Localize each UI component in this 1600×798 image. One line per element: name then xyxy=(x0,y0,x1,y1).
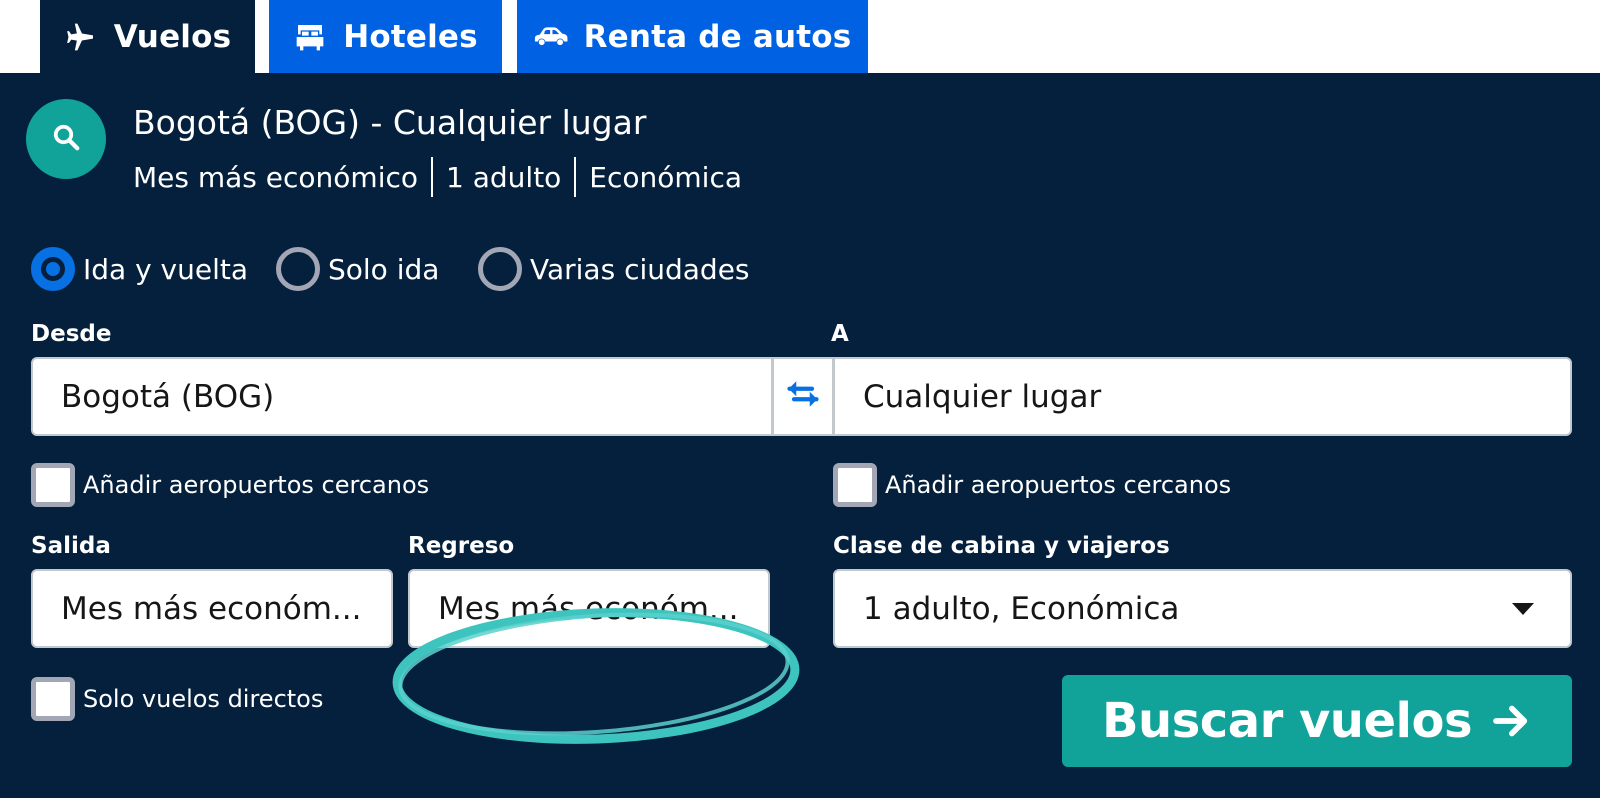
trip-type-label: Solo ida xyxy=(328,252,440,286)
summary-travelers: 1 adulto xyxy=(446,160,562,194)
swap-button[interactable] xyxy=(772,357,834,436)
flight-search-panel: Bogotá (BOG) - Cualquier lugar Mes más e… xyxy=(0,73,1600,798)
tab-vuelos[interactable]: Vuelos xyxy=(40,0,255,73)
to-nearby-checkbox[interactable] xyxy=(833,463,877,507)
radio-multi-city[interactable] xyxy=(478,247,522,291)
from-nearby-airports[interactable]: Añadir aeropuertos cercanos xyxy=(31,463,429,507)
bed-icon xyxy=(293,20,327,54)
summary-divider xyxy=(431,157,434,197)
trip-type-multi-city[interactable]: Varias ciudades xyxy=(478,247,750,291)
tab-renta-autos-label: Renta de autos xyxy=(583,18,852,55)
from-nearby-label: Añadir aeropuertos cercanos xyxy=(83,471,430,499)
return-label: Regreso xyxy=(408,533,515,559)
trip-type-label: Varias ciudades xyxy=(530,252,750,286)
search-flights-label: Buscar vuelos xyxy=(1101,693,1473,749)
cabin-travelers-select[interactable]: 1 adulto, Económica xyxy=(833,569,1572,648)
radio-one-way[interactable] xyxy=(276,247,320,291)
trip-type-round-trip[interactable]: Ida y vuelta xyxy=(31,247,248,291)
search-summary-route: Bogotá (BOG) - Cualquier lugar xyxy=(133,103,647,142)
from-nearby-checkbox[interactable] xyxy=(31,463,75,507)
direct-flights-only[interactable]: Solo vuelos directos xyxy=(31,677,323,721)
search-summary-details: Mes más económico 1 adulto Económica xyxy=(133,157,742,197)
direct-flights-label: Solo vuelos directos xyxy=(83,685,324,713)
depart-date-field[interactable]: Mes más económ... xyxy=(31,569,393,648)
radio-round-trip[interactable] xyxy=(31,247,75,291)
to-label: A xyxy=(831,321,849,347)
tab-hoteles-label: Hoteles xyxy=(343,18,478,55)
search-icon xyxy=(51,122,81,157)
summary-cabin: Económica xyxy=(589,160,742,194)
direct-flights-checkbox[interactable] xyxy=(31,677,75,721)
cabin-travelers-value: 1 adulto, Económica xyxy=(863,590,1180,627)
summary-divider xyxy=(574,157,577,197)
from-field[interactable]: Bogotá (BOG) xyxy=(31,357,773,436)
arrow-right-icon xyxy=(1490,701,1532,741)
from-label: Desde xyxy=(31,321,112,347)
airplane-icon xyxy=(64,20,98,54)
car-icon xyxy=(534,20,568,54)
tab-vuelos-label: Vuelos xyxy=(113,18,232,55)
trip-type-one-way[interactable]: Solo ida xyxy=(276,247,439,291)
search-summary-button[interactable] xyxy=(26,99,106,179)
trip-type-label: Ida y vuelta xyxy=(83,252,249,286)
summary-when: Mes más económico xyxy=(133,160,419,194)
depart-label: Salida xyxy=(31,533,111,559)
tab-hoteles[interactable]: Hoteles xyxy=(269,0,502,73)
return-date-field[interactable]: Mes más económ... xyxy=(408,569,770,648)
swap-arrows-icon xyxy=(785,379,821,414)
to-field[interactable]: Cualquier lugar xyxy=(833,357,1572,436)
to-nearby-label: Añadir aeropuertos cercanos xyxy=(885,471,1232,499)
product-tabs: Vuelos Hoteles Renta de autos xyxy=(0,0,1600,73)
caret-down-icon xyxy=(1512,603,1534,615)
search-flights-button[interactable]: Buscar vuelos xyxy=(1062,675,1572,767)
to-nearby-airports[interactable]: Añadir aeropuertos cercanos xyxy=(833,463,1231,507)
tab-renta-autos[interactable]: Renta de autos xyxy=(517,0,868,73)
cabin-travelers-label: Clase de cabina y viajeros xyxy=(833,533,1170,559)
